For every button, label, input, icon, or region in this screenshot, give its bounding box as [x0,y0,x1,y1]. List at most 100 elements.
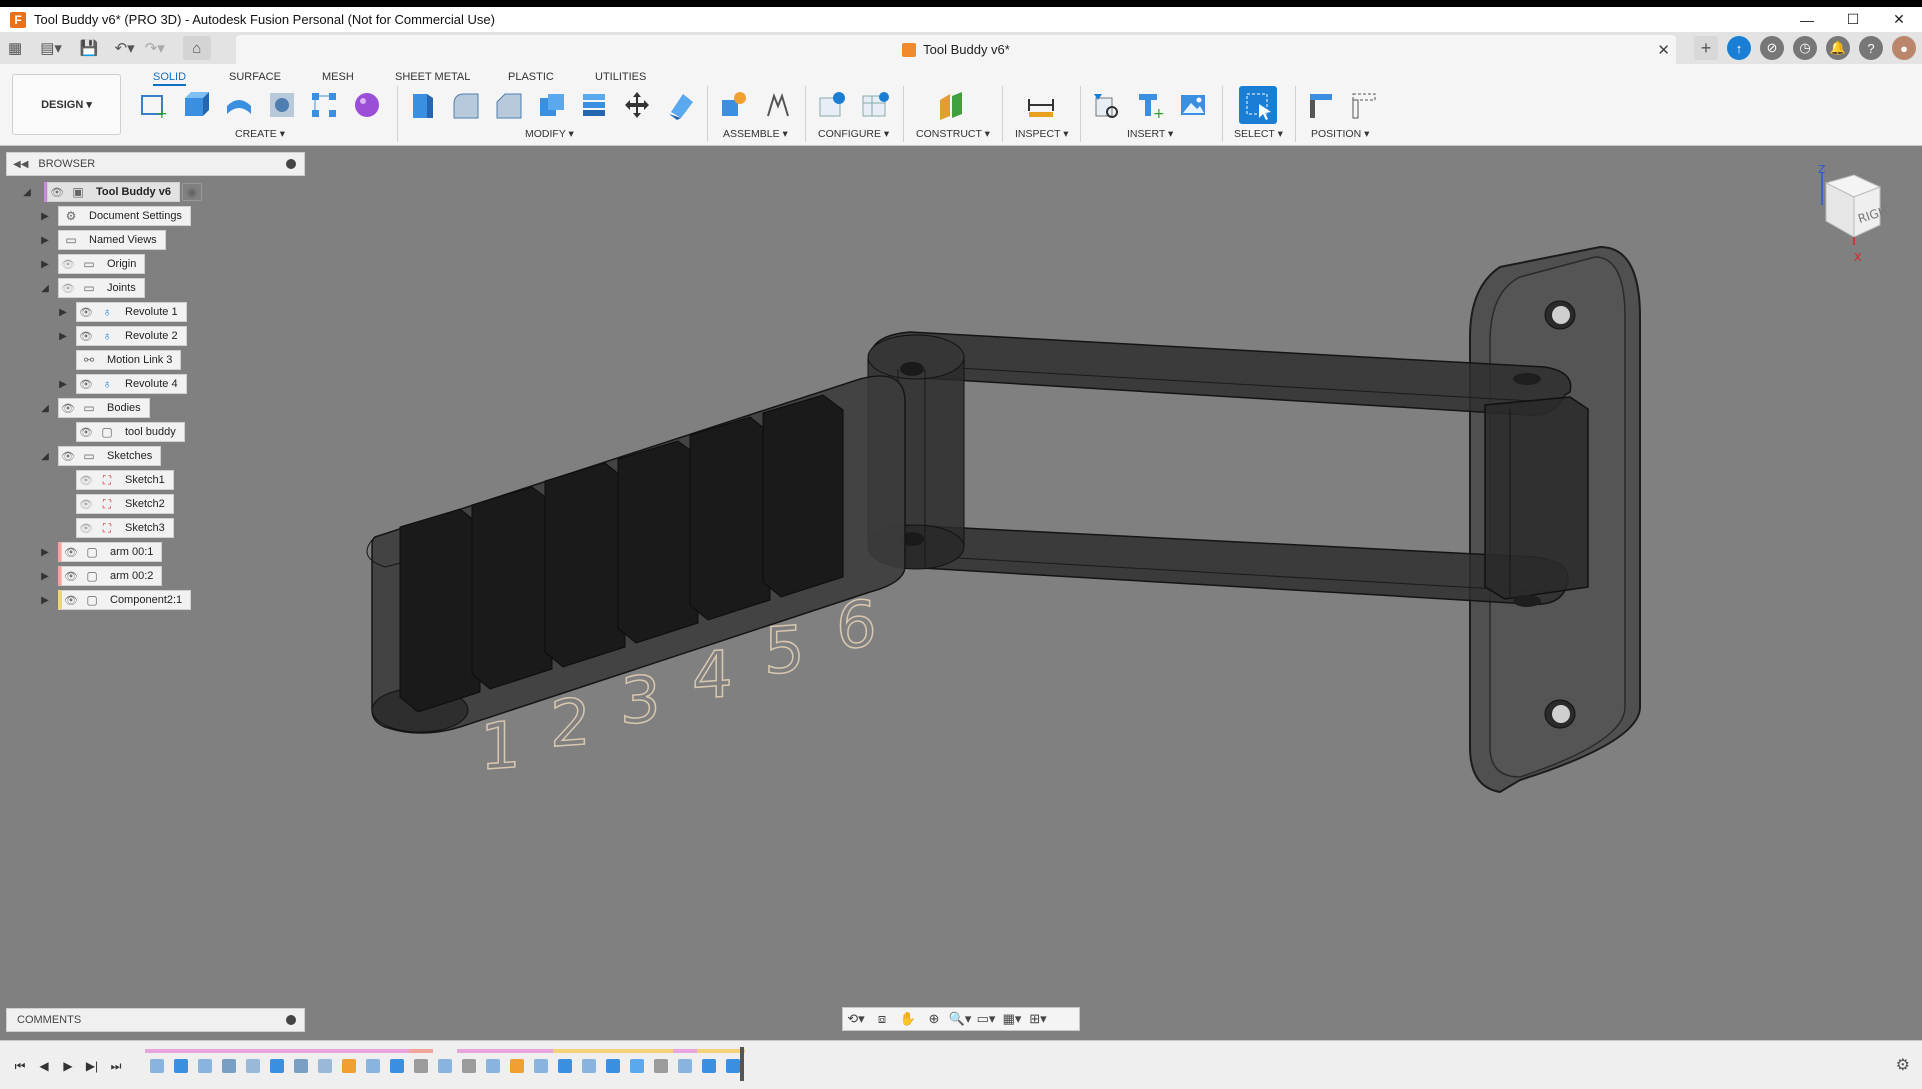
job-status-icon[interactable]: ⊘ [1760,36,1784,60]
timeline-feature[interactable] [505,1049,529,1081]
comments-add-icon[interactable] [286,1015,296,1025]
revert-position-icon[interactable] [1347,88,1381,122]
timeline-settings-gear-icon[interactable]: ⚙ [1896,1055,1910,1075]
create-group-label[interactable]: CREATE ▾ [235,128,285,140]
position-group-label[interactable]: POSITION ▾ [1311,128,1369,140]
collapse-triangle-icon[interactable]: ◢ [38,449,52,463]
orbit-icon[interactable]: ⟲▾ [843,1008,869,1030]
tree-item-component2-1[interactable]: ▶ 👁 ▢ Component2:1 [38,590,192,610]
collapse-browser-icon[interactable]: ◀◀ [13,159,28,170]
timeline-feature[interactable] [697,1049,721,1081]
shell-icon[interactable] [534,88,568,122]
redo-icon[interactable]: ↷▾ [145,36,165,60]
measure-icon[interactable] [1024,88,1058,122]
expand-triangle-icon[interactable]: ▶ [56,305,70,319]
upper-arm[interactable] [869,331,1572,416]
split-body-icon[interactable] [663,88,697,122]
viewports-icon[interactable]: ⊞▾ [1025,1008,1051,1030]
tree-item-revolute-4[interactable]: ▶ 👁 ♁ Revolute 4 [56,374,187,394]
visibility-eye-icon[interactable]: 👁 [62,570,80,583]
zoom-icon[interactable]: ⊕ [921,1008,947,1030]
go-to-end-icon[interactable]: ⏭ [104,1055,128,1077]
tab-surface[interactable]: SURFACE [229,68,281,86]
insert-group-label[interactable]: INSERT ▾ [1127,128,1173,140]
create-sketch-icon[interactable]: + [136,88,170,122]
timeline-feature[interactable] [457,1049,481,1081]
close-window-button[interactable]: ✕ [1876,7,1922,32]
timeline-feature[interactable] [289,1049,313,1081]
press-pull-icon[interactable] [405,88,439,122]
model-render[interactable]: 1 2 3 4 5 6 [0,147,1922,1040]
timeline-feature[interactable] [217,1049,241,1081]
timeline-feature[interactable] [409,1049,433,1081]
close-tab-icon[interactable]: ✕ [1657,41,1670,59]
comments-panel[interactable]: COMMENTS [6,1008,305,1032]
move-copy-icon[interactable] [620,88,654,122]
timeline-feature[interactable] [385,1049,409,1081]
extensions-icon[interactable]: ↑ [1727,36,1751,60]
hole-icon[interactable] [265,88,299,122]
timeline-feature[interactable] [625,1049,649,1081]
timeline-feature[interactable] [577,1049,601,1081]
tree-item-joints[interactable]: ◢ 👁 ▭ Joints [38,278,145,298]
timeline-feature[interactable] [241,1049,265,1081]
document-tab[interactable]: Tool Buddy v6* ✕ [236,35,1676,64]
visibility-eye-off-icon[interactable]: 👁 [59,258,77,271]
home-icon[interactable]: ⌂ [182,36,211,60]
revolve-icon[interactable] [222,88,256,122]
data-panel-grid-icon[interactable]: ▦ [8,36,22,60]
tree-item-motion-link-3[interactable]: ⚯ Motion Link 3 [76,350,182,370]
collapse-triangle-icon[interactable]: ◢ [20,185,34,199]
visibility-eye-icon[interactable]: 👁 [48,186,66,199]
expand-triangle-icon[interactable]: ▶ [38,233,52,247]
tree-item-sketch2[interactable]: 👁 ⛶ Sketch2 [76,494,174,514]
timeline-feature[interactable] [649,1049,673,1081]
visibility-eye-icon[interactable]: 👁 [77,426,95,439]
visibility-eye-icon[interactable]: 👁 [62,594,80,607]
visibility-eye-icon[interactable]: 👁 [62,546,80,559]
tree-item-named-views[interactable]: ▶ ▭ Named Views [38,230,166,250]
look-at-icon[interactable]: ⧈ [869,1008,895,1030]
insert-canvas-icon[interactable] [1176,88,1210,122]
save-icon[interactable]: 💾 [80,36,99,60]
tree-item-bodies[interactable]: ◢ 👁 ▭ Bodies [38,398,150,418]
create-form-icon[interactable] [350,88,384,122]
tree-item-revolute-2[interactable]: ▶ 👁 ♁ Revolute 2 [56,326,187,346]
3d-viewport[interactable]: 1 2 3 4 5 6 [0,147,1922,1040]
tab-mesh[interactable]: MESH [322,68,354,86]
undo-icon[interactable]: ↶▾ [115,36,135,60]
visibility-eye-off-icon[interactable]: 👁 [77,522,95,535]
new-component-icon[interactable] [716,88,750,122]
timeline-feature[interactable] [601,1049,625,1081]
pan-hand-icon[interactable]: ✋ [895,1008,921,1030]
hinge-block[interactable] [1484,373,1589,607]
visibility-eye-off-icon[interactable]: 👁 [77,474,95,487]
tree-item-sketch1[interactable]: 👁 ⛶ Sketch1 [76,470,174,490]
fit-zoom-icon[interactable]: 🔍▾ [947,1008,973,1030]
grid-settings-icon[interactable]: ▦▾ [999,1008,1025,1030]
modify-group-label[interactable]: MODIFY ▾ [525,128,574,140]
visibility-eye-icon[interactable]: 👁 [59,402,77,415]
fillet-icon[interactable] [448,88,482,122]
timeline-feature[interactable] [313,1049,337,1081]
timeline-feature[interactable] [145,1049,169,1081]
play-icon[interactable]: ▶ [56,1055,80,1077]
select-group-label[interactable]: SELECT ▾ [1234,128,1283,140]
capture-position-icon[interactable] [1304,88,1338,122]
select-icon[interactable] [1239,86,1277,124]
visibility-eye-off-icon[interactable]: 👁 [59,282,77,295]
new-tab-button[interactable]: + [1694,36,1718,60]
expand-triangle-icon[interactable]: ▶ [38,209,52,223]
expand-triangle-icon[interactable]: ▶ [56,329,70,343]
browser-header[interactable]: ◀◀ BROWSER [6,152,305,176]
tab-solid[interactable]: SOLID [153,68,187,86]
user-avatar[interactable]: ● [1892,36,1916,60]
collapse-triangle-icon[interactable]: ◢ [38,281,52,295]
offset-plane-icon[interactable] [934,88,968,122]
timeline-feature[interactable] [673,1049,697,1081]
timeline-feature[interactable] [193,1049,217,1081]
view-cube[interactable]: RIGHT Z X [1808,163,1897,270]
timeline-feature[interactable] [337,1049,361,1081]
expand-triangle-icon[interactable]: ▶ [56,377,70,391]
tab-plastic[interactable]: PLASTIC [508,68,554,86]
